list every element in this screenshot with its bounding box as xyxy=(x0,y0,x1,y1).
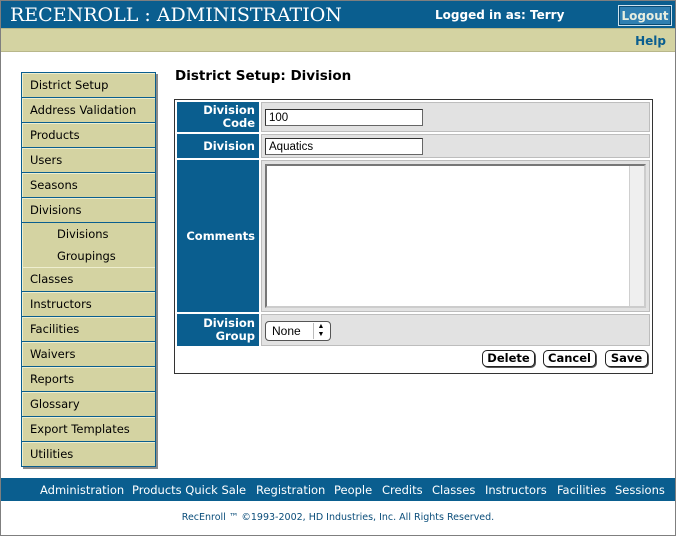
help-bar: Help xyxy=(1,28,675,52)
division-form: Division Code 100 Division Aquatics Comm… xyxy=(174,99,653,374)
footer-nav: Administration Products Quick Sale Regis… xyxy=(1,478,675,501)
app-title: RECENROLL : ADMINISTRATION xyxy=(10,4,342,26)
help-link[interactable]: Help xyxy=(635,34,666,48)
comments-row: Comments xyxy=(177,160,650,312)
division-group-select[interactable]: None ▲ ▼ xyxy=(265,321,331,341)
division-cell: Aquatics xyxy=(261,134,650,158)
footer-link-sessions[interactable]: Sessions xyxy=(615,483,665,497)
sidebar-item-reports[interactable]: Reports xyxy=(22,367,155,391)
sidebar-item-instructors[interactable]: Instructors xyxy=(22,292,155,316)
division-group-cell: None ▲ ▼ xyxy=(261,314,650,346)
division-group-row: Division Group None ▲ ▼ xyxy=(177,314,650,346)
comments-label: Comments xyxy=(177,160,259,312)
sidebar-subitem-divisions[interactable]: Divisions xyxy=(22,223,155,245)
select-arrows-icon: ▲ ▼ xyxy=(313,323,328,339)
sidebar-item-seasons[interactable]: Seasons xyxy=(22,173,155,197)
division-code-label: Division Code xyxy=(177,102,259,132)
footer-link-people[interactable]: People xyxy=(334,483,372,497)
division-row: Division Aquatics xyxy=(177,134,650,158)
footer-link-credits[interactable]: Credits xyxy=(382,483,423,497)
sidebar-item-classes[interactable]: Classes xyxy=(22,267,155,291)
sidebar-item-utilities[interactable]: Utilities xyxy=(22,442,155,466)
division-code-cell: 100 xyxy=(261,102,650,132)
sidebar-item-district-setup[interactable]: District Setup xyxy=(22,73,155,97)
footer-link-facilities[interactable]: Facilities xyxy=(557,483,606,497)
sidebar-item-address-validation[interactable]: Address Validation xyxy=(22,98,155,122)
copyright-text: RecEnroll ™ ©1993-2002, HD Industries, I… xyxy=(181,512,495,523)
division-label: Division xyxy=(177,134,259,158)
sidebar-item-users[interactable]: Users xyxy=(22,148,155,172)
division-group-label: Division Group xyxy=(177,314,259,346)
sidebar-item-glossary[interactable]: Glossary xyxy=(22,392,155,416)
sidebar-item-products[interactable]: Products xyxy=(22,123,155,147)
sidebar-subitem-groupings[interactable]: Groupings xyxy=(22,245,155,267)
footer-link-products-quick-sale[interactable]: Products Quick Sale xyxy=(132,483,246,497)
sidebar-item-facilities[interactable]: Facilities xyxy=(22,317,155,341)
logged-in-user: Logged in as: Terry xyxy=(435,8,565,22)
cancel-button[interactable]: Cancel xyxy=(543,350,596,367)
division-code-row: Division Code 100 xyxy=(177,102,650,132)
footer-link-administration[interactable]: Administration xyxy=(40,483,124,497)
footer-link-classes[interactable]: Classes xyxy=(432,483,475,497)
sidebar-item-export-templates[interactable]: Export Templates xyxy=(22,417,155,441)
delete-button[interactable]: Delete xyxy=(482,350,535,367)
division-input[interactable]: Aquatics xyxy=(265,138,423,155)
division-group-selected: None xyxy=(272,324,301,338)
save-button[interactable]: Save xyxy=(605,350,648,367)
comments-textarea[interactable] xyxy=(265,164,646,308)
logout-button[interactable]: Logout xyxy=(618,5,672,26)
division-code-input[interactable]: 100 xyxy=(265,109,423,126)
footer-link-registration[interactable]: Registration xyxy=(256,483,325,497)
footer-link-instructors[interactable]: Instructors xyxy=(485,483,547,497)
header-bar: RECENROLL : ADMINISTRATION Logged in as:… xyxy=(1,1,675,28)
sidebar-nav: District Setup Address Validation Produc… xyxy=(21,72,156,467)
comments-cell xyxy=(261,160,650,312)
comments-scrollbar[interactable] xyxy=(629,166,644,306)
sidebar-item-divisions[interactable]: Divisions xyxy=(22,198,155,222)
page-title: District Setup: Division xyxy=(175,68,352,84)
sidebar-item-waivers[interactable]: Waivers xyxy=(22,342,155,366)
